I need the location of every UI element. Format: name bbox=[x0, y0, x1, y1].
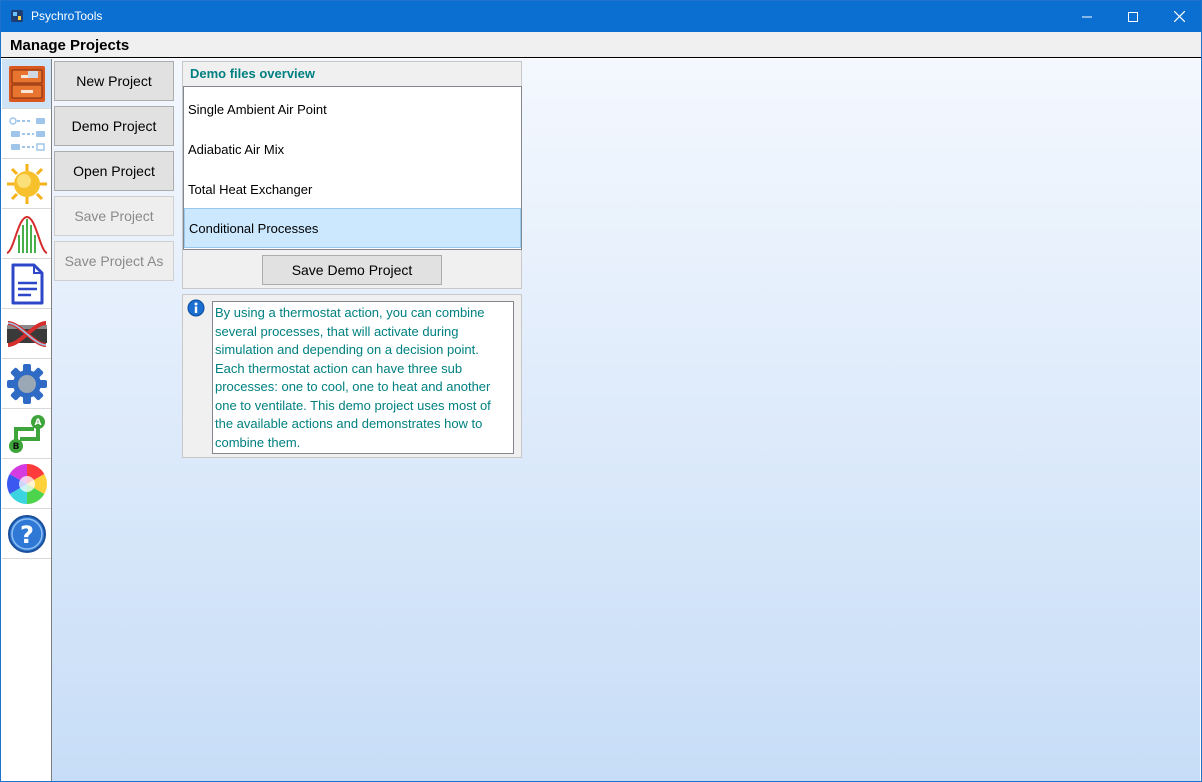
sidebar-item-distribution[interactable] bbox=[2, 209, 51, 259]
process-flow-icon bbox=[6, 113, 48, 155]
demo-project-button[interactable]: Demo Project bbox=[54, 106, 174, 146]
demo-files-panel: Demo files overview Single Ambient Air P… bbox=[182, 61, 522, 289]
save-demo-project-button[interactable]: Save Demo Project bbox=[262, 255, 442, 285]
app-window: PsychroTools Manage Projects A B ? New P… bbox=[0, 0, 1202, 782]
sidebar-item-colors[interactable] bbox=[2, 459, 51, 509]
page-title: Manage Projects bbox=[10, 37, 130, 54]
sidebar-item-climate[interactable] bbox=[2, 159, 51, 209]
list-item-selected[interactable]: Conditional Processes bbox=[184, 208, 521, 248]
new-project-button[interactable]: New Project bbox=[54, 61, 174, 101]
sun-icon bbox=[6, 163, 48, 205]
color-wheel-icon bbox=[6, 463, 48, 505]
svg-text:A: A bbox=[34, 418, 41, 428]
content-area: A B ? New Project Demo Project Open Proj… bbox=[1, 57, 1201, 781]
info-icon bbox=[187, 299, 205, 322]
save-project-as-button[interactable]: Save Project As bbox=[54, 241, 174, 281]
header-bar: Manage Projects bbox=[1, 32, 1201, 57]
svg-text:B: B bbox=[12, 442, 19, 452]
svg-text:?: ? bbox=[20, 521, 34, 549]
sidebar: A B ? bbox=[2, 59, 52, 781]
sidebar-item-settings[interactable] bbox=[2, 359, 51, 409]
sidebar-item-heat-exchanger[interactable] bbox=[2, 309, 51, 359]
list-item[interactable]: Single Ambient Air Point bbox=[184, 89, 521, 129]
sidebar-item-report[interactable] bbox=[2, 259, 51, 309]
help-icon: ? bbox=[6, 513, 48, 555]
app-logo-icon bbox=[10, 9, 24, 23]
open-project-button[interactable]: Open Project bbox=[54, 151, 174, 191]
list-item[interactable]: Adiabatic Air Mix bbox=[184, 129, 521, 169]
gear-icon bbox=[6, 363, 48, 405]
save-project-button[interactable]: Save Project bbox=[54, 196, 174, 236]
demo-description-text: By using a thermostat action, you can co… bbox=[212, 301, 514, 454]
bell-curve-icon bbox=[5, 213, 48, 255]
filing-cabinet-icon bbox=[6, 63, 48, 105]
sidebar-item-help[interactable]: ? bbox=[2, 509, 51, 559]
list-item[interactable]: Total Heat Exchanger bbox=[184, 169, 521, 209]
demo-files-header: Demo files overview bbox=[190, 66, 315, 81]
demo-files-list[interactable]: Single Ambient Air Point Adiabatic Air M… bbox=[183, 86, 522, 250]
sidebar-item-conversion[interactable]: A B bbox=[2, 409, 51, 459]
heat-exchanger-icon bbox=[6, 313, 48, 355]
sidebar-item-processes[interactable] bbox=[2, 109, 51, 159]
a-b-conversion-icon: A B bbox=[6, 413, 48, 455]
window-title: PsychroTools bbox=[31, 9, 103, 23]
minimize-button[interactable] bbox=[1064, 1, 1110, 32]
close-button[interactable] bbox=[1156, 1, 1202, 32]
main-panel: New Project Demo Project Open Project Sa… bbox=[52, 59, 1200, 781]
maximize-button[interactable] bbox=[1110, 1, 1156, 32]
title-bar[interactable]: PsychroTools bbox=[1, 1, 1201, 32]
document-icon bbox=[6, 263, 48, 305]
demo-description-panel: By using a thermostat action, you can co… bbox=[182, 294, 522, 458]
sidebar-item-projects[interactable] bbox=[2, 59, 51, 109]
